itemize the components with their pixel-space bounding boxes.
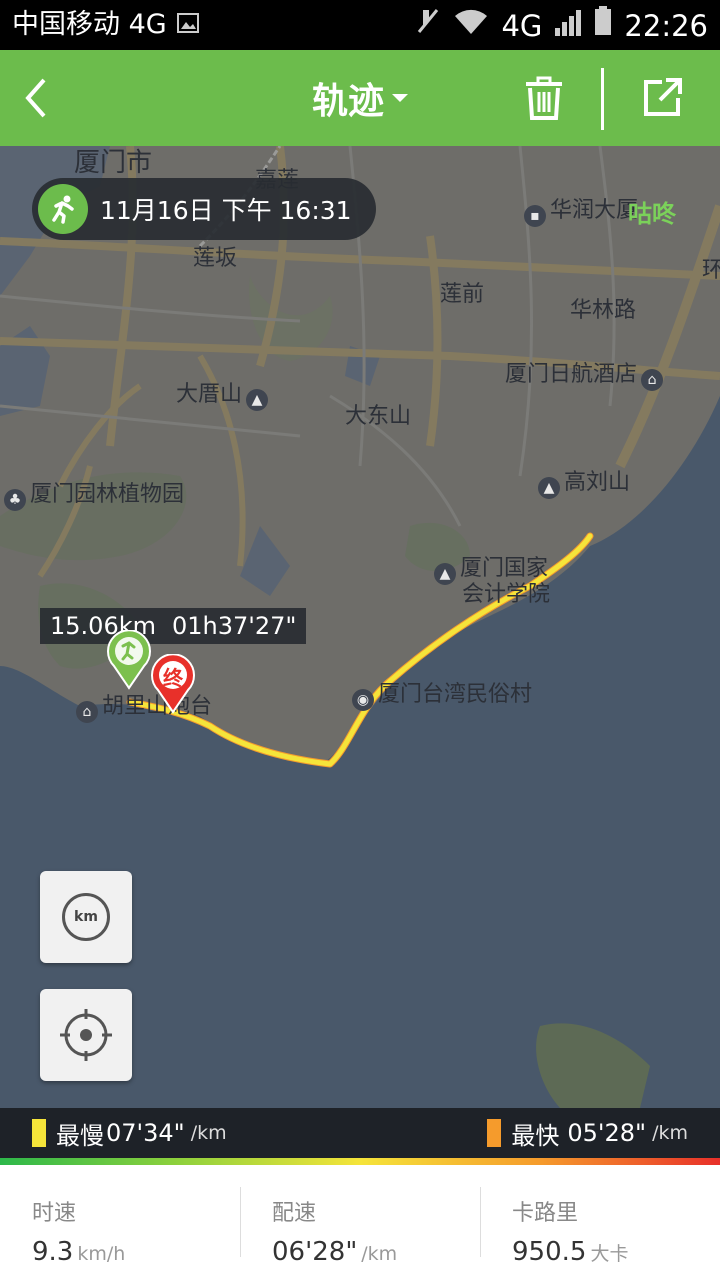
route-stats-tooltip: 15.06km 01h37'27" bbox=[40, 608, 307, 644]
map-label: ▪ 华润大厦 bbox=[524, 198, 638, 227]
map-label: ♣ 厦门园林植物园 bbox=[4, 482, 184, 511]
building-icon: ▪ bbox=[524, 205, 546, 227]
pace-legend: 最慢 07'34"/km 最快 05'28"/km bbox=[0, 1108, 720, 1158]
chevron-down-icon bbox=[392, 94, 408, 102]
trash-icon bbox=[526, 76, 562, 120]
clock-label: 22:26 bbox=[624, 8, 708, 43]
map-label: ▲ 高刘山 bbox=[538, 470, 630, 499]
battery-icon bbox=[594, 6, 612, 45]
landmark-icon: ⌂ bbox=[76, 701, 98, 723]
route-map[interactable]: 厦门市 嘉莲 莲坂 ▪华润大厦 咕咚 莲前 华林路 环 厦门日航酒店⌂ 大厝山▲… bbox=[0, 146, 720, 1108]
stat-value: 06'28" bbox=[272, 1237, 358, 1267]
run-datetime: 11月16日 下午 16:31 bbox=[100, 196, 352, 225]
km-icon: km bbox=[62, 893, 110, 941]
stat-pace: 配速 06'28"/km bbox=[240, 1165, 480, 1280]
fast-color-swatch bbox=[487, 1119, 502, 1147]
slowest-pace: 最慢 07'34"/km bbox=[32, 1108, 227, 1158]
start-marker[interactable] bbox=[106, 629, 152, 690]
mountain-icon: ▲ bbox=[246, 389, 269, 411]
mountain-icon: ▲ bbox=[538, 477, 560, 499]
stat-unit: 大卡 bbox=[590, 1243, 629, 1265]
network-type-label: 4G bbox=[501, 8, 543, 43]
park-icon: ♣ bbox=[4, 489, 26, 511]
status-bar: 中国移动 4G 4G 22:26 bbox=[0, 0, 720, 50]
map-label: 莲前 bbox=[440, 282, 485, 307]
km-toggle-button[interactable]: km bbox=[40, 871, 132, 963]
track-menu-dropdown[interactable]: 轨迹 bbox=[0, 50, 720, 146]
brand-logo: 咕咚 bbox=[628, 200, 676, 228]
map-label: 大东山 bbox=[345, 404, 412, 429]
crosshair-icon bbox=[60, 1009, 112, 1061]
hotel-icon: ⌂ bbox=[641, 369, 664, 391]
stat-unit: /km bbox=[361, 1243, 398, 1265]
map-label: 环 bbox=[702, 258, 720, 283]
signal-icon bbox=[554, 7, 582, 45]
stat-unit: km/h bbox=[77, 1243, 126, 1265]
stat-value: 9.3 bbox=[32, 1237, 74, 1267]
school-icon: ▲ bbox=[434, 563, 456, 585]
share-button[interactable] bbox=[640, 76, 684, 120]
wifi-icon bbox=[453, 7, 489, 45]
end-marker[interactable]: 终 bbox=[150, 653, 196, 714]
start-pin-icon bbox=[107, 629, 151, 690]
fastest-pace: 最快 05'28"/km bbox=[487, 1108, 688, 1158]
end-marker-label: 终 bbox=[163, 666, 183, 690]
mute-icon bbox=[415, 6, 441, 45]
image-notification-icon bbox=[176, 6, 199, 44]
slow-color-swatch bbox=[32, 1119, 46, 1147]
map-label: 会计学院 bbox=[462, 582, 551, 607]
map-label: 莲坂 bbox=[193, 246, 238, 271]
running-icon bbox=[52, 195, 74, 224]
pace-gradient-strip bbox=[0, 1158, 720, 1165]
stat-label: 卡路里 bbox=[512, 1201, 579, 1226]
carrier-label: 中国移动 4G bbox=[12, 9, 167, 40]
run-badge bbox=[38, 184, 88, 234]
map-label: ◉ 厦门台湾民俗村 bbox=[352, 682, 532, 711]
delete-button[interactable] bbox=[522, 74, 566, 122]
locate-button[interactable] bbox=[40, 989, 132, 1081]
map-label: 华林路 bbox=[570, 298, 637, 323]
map-label: 大厝山 ▲ bbox=[176, 382, 269, 411]
app-header: 轨迹 bbox=[0, 50, 720, 146]
landmark-icon: ◉ bbox=[352, 689, 374, 711]
stat-label: 时速 bbox=[32, 1201, 77, 1226]
map-label: ▲ 厦门国家 bbox=[434, 556, 548, 585]
share-icon bbox=[644, 78, 682, 116]
stat-label: 配速 bbox=[272, 1201, 317, 1226]
stat-value: 950.5 bbox=[512, 1237, 587, 1267]
page-title: 轨迹 bbox=[311, 81, 384, 122]
map-label: 厦门日航酒店 ⌂ bbox=[505, 362, 664, 391]
stats-panel: 时速 9.3 km/h 配速 06'28"/km 卡路里 950.5 大卡 bbox=[0, 1165, 720, 1280]
stat-calories: 卡路里 950.5 大卡 bbox=[480, 1165, 720, 1280]
run-time-pill: 11月16日 下午 16:31 bbox=[32, 178, 376, 240]
map-label: 厦门市 bbox=[74, 148, 153, 178]
stat-speed: 时速 9.3 km/h bbox=[0, 1165, 240, 1280]
route-duration: 01h37'27" bbox=[171, 612, 297, 640]
header-divider bbox=[601, 68, 604, 130]
